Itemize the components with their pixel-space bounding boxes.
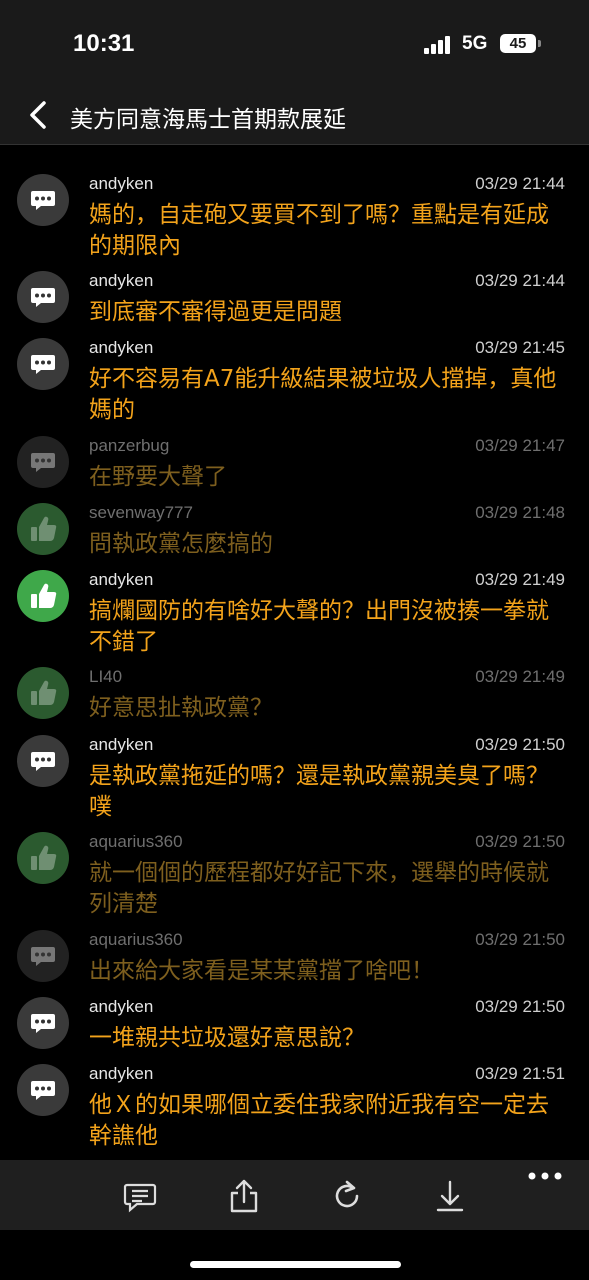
nav-bar: 美方同意海馬士首期款展延 (0, 86, 589, 145)
comment-item: andyken 03/29 21:44 媽的，自走砲又要買不到了嗎？重點是有延成的期… (0, 160, 589, 259)
comment-item: andyken 03/29 21:51 他Ｘ的如果哪個立委住我家附近我有空一定去幹譙… (0, 1050, 589, 1149)
comment-time: 03/29 21:50 (475, 735, 565, 754)
battery-icon: 45 (500, 34, 536, 53)
comment-arrow-icon (17, 735, 69, 787)
comment-time: 03/29 21:47 (475, 436, 565, 455)
comment-arrow-icon (17, 1064, 69, 1116)
network-type: 5G (462, 33, 488, 54)
push-icon (17, 503, 69, 555)
comment-item: andyken 03/29 21:50 是執政黨拖延的嗎？還是執政黨親美臭了嗎？噗 (0, 721, 589, 820)
comment-arrow-icon (17, 338, 69, 390)
comment-text: 媽的，自走砲又要買不到了嗎？重點是有延成的期限內 (89, 202, 549, 259)
comment-item: panzerbug 03/29 21:47 在野要大聲了 (0, 422, 589, 490)
comment-username: andyken (89, 570, 154, 589)
comment-arrow-icon (17, 997, 69, 1049)
back-icon[interactable] (24, 100, 54, 130)
comment-text: 好意思扯執政黨？ (89, 695, 273, 721)
comment-arrow-icon (17, 930, 69, 982)
share-icon[interactable] (226, 1178, 262, 1214)
comment-icon[interactable] (122, 1178, 158, 1214)
comment-username: aquarius360 (89, 930, 183, 949)
comment-username: andyken (89, 174, 154, 193)
comment-time: 03/29 21:45 (475, 338, 565, 357)
comment-list[interactable]: andyken 03/29 21:44 媽的，自走砲又要買不到了嗎？重點是有延成的期… (0, 160, 589, 1160)
status-time: 10:31 (73, 30, 135, 57)
comment-username: LI40 (89, 667, 123, 686)
bottom-toolbar (0, 1160, 589, 1230)
refresh-icon[interactable] (329, 1178, 365, 1214)
comment-time: 03/29 21:44 (475, 271, 565, 290)
comment-item: andyken 03/29 21:45 好不容易有A7能升級結果被垃圾人擋掉，真他媽… (0, 324, 589, 423)
comment-arrow-icon (17, 174, 69, 226)
comment-time: 03/29 21:49 (475, 667, 565, 686)
comment-username: sevenway777 (89, 503, 193, 522)
comment-time: 03/29 21:44 (475, 174, 565, 193)
comment-username: panzerbug (89, 436, 170, 455)
comment-time: 03/29 21:50 (475, 930, 565, 949)
comment-text: 好不容易有A7能升級結果被垃圾人擋掉，真他媽的 (89, 366, 557, 423)
download-icon[interactable] (432, 1178, 468, 1214)
comment-item: aquarius360 03/29 21:50 出來給大家看是某某黨擋了啥吧！ (0, 916, 589, 984)
home-area (0, 1230, 589, 1280)
comment-item: andyken 03/29 21:49 搞爛國防的有啥好大聲的？出門沒被揍一拳就不錯… (0, 556, 589, 655)
comment-username: andyken (89, 338, 154, 357)
comment-time: 03/29 21:48 (475, 503, 565, 522)
push-icon (17, 667, 69, 719)
comment-username: andyken (89, 1064, 154, 1083)
push-icon (17, 570, 69, 622)
comment-item: sevenway777 03/29 21:48 問執政黨怎麼搞的 (0, 489, 589, 557)
comment-text: 他Ｘ的如果哪個立委住我家附近我有空一定去幹譙他 (89, 1092, 549, 1149)
comment-arrow-icon (17, 436, 69, 488)
comment-username: andyken (89, 271, 154, 290)
home-indicator[interactable] (190, 1261, 401, 1268)
more-icon[interactable] (528, 1168, 562, 1182)
comment-item: LI40 03/29 21:49 好意思扯執政黨？ (0, 653, 589, 721)
comment-item: andyken 03/29 21:50 一堆親共垃圾還好意思說？ (0, 983, 589, 1051)
comment-item: aquarius360 03/29 21:50 就一個個的歷程都好好記下來，選舉的時… (0, 818, 589, 917)
comment-text: 搞爛國防的有啥好大聲的？出門沒被揍一拳就不錯了 (89, 598, 549, 655)
comment-time: 03/29 21:49 (475, 570, 565, 589)
status-bar: 10:31 5G 45 (0, 0, 589, 86)
page-title: 美方同意海馬士首期款展延 (70, 107, 346, 133)
comment-username: andyken (89, 997, 154, 1016)
comment-username: aquarius360 (89, 832, 183, 851)
comment-time: 03/29 21:51 (475, 1064, 565, 1083)
comment-text: 就一個個的歷程都好好記下來，選舉的時候就列清楚 (89, 860, 549, 917)
comment-arrow-icon (17, 271, 69, 323)
comment-item: andyken 03/29 21:44 到底審不審得過更是問題 (0, 257, 589, 325)
comment-username: andyken (89, 735, 154, 754)
battery-tip (538, 40, 541, 47)
comment-text: 是執政黨拖延的嗎？還是執政黨親美臭了嗎？噗 (89, 763, 549, 820)
push-icon (17, 832, 69, 884)
signal-icon (424, 36, 452, 54)
comment-time: 03/29 21:50 (475, 997, 565, 1016)
comment-time: 03/29 21:50 (475, 832, 565, 851)
